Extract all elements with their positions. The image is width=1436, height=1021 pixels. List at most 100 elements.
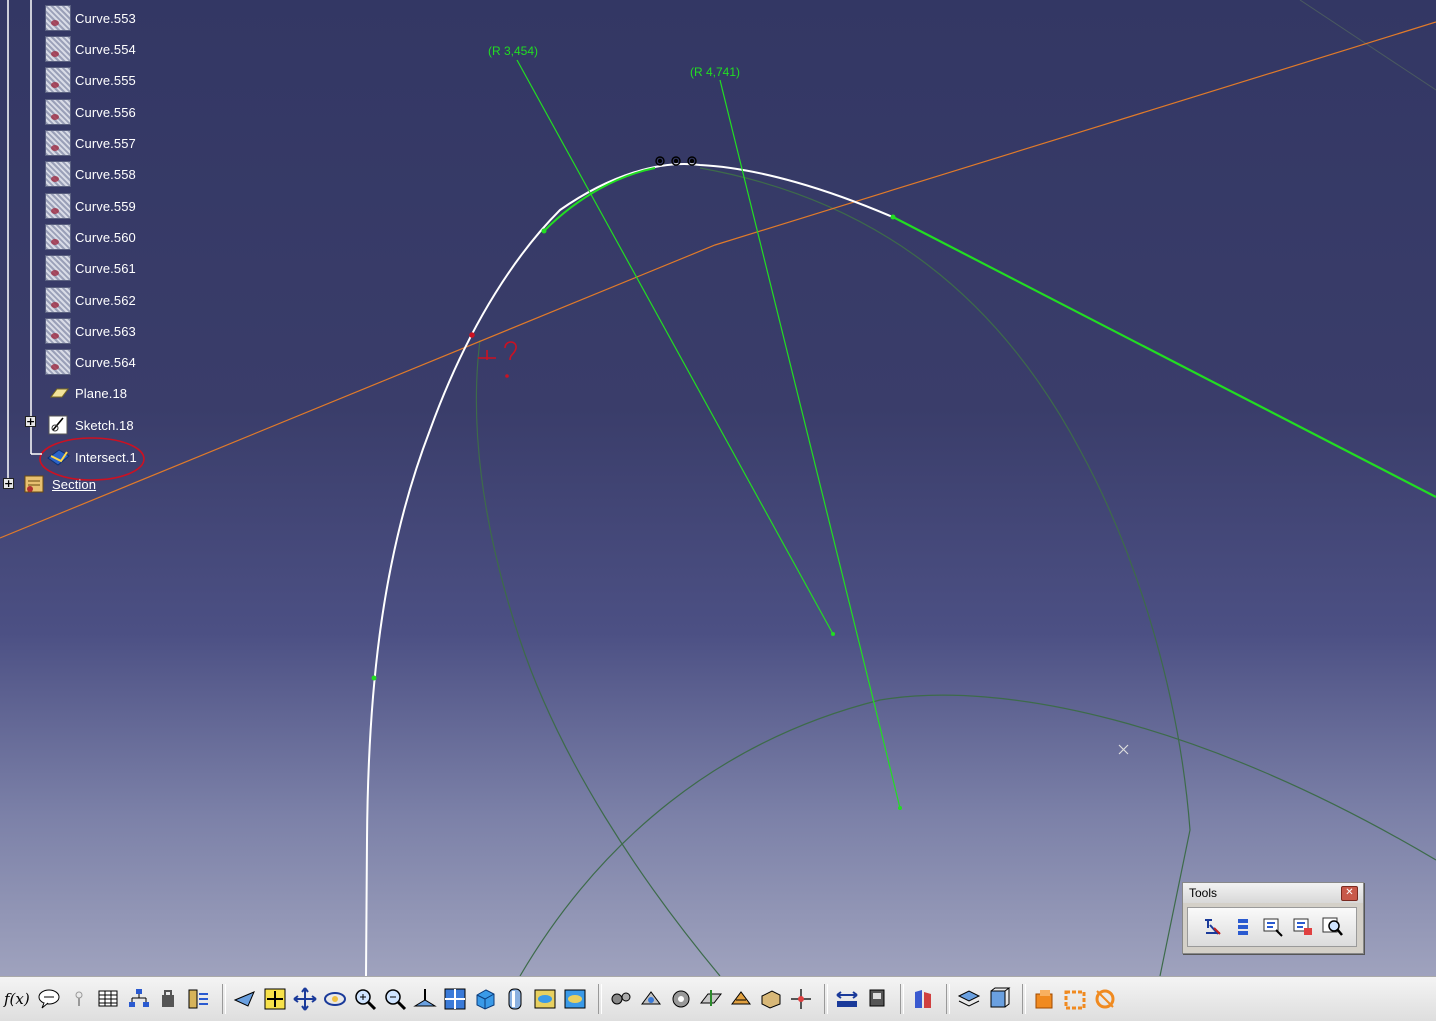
tree-item-curve-555[interactable]: Curve.555 [45, 67, 136, 93]
constraint-icon[interactable] [1202, 916, 1224, 938]
zoom-find-icon[interactable] [1322, 916, 1344, 938]
tree-item-label: Curve.562 [75, 292, 136, 308]
tree-item-plane[interactable]: Plane.18 [45, 380, 127, 406]
curve-icon [45, 287, 71, 313]
radius-leader-2 [719, 79, 901, 809]
curve-icon [45, 5, 71, 31]
tree-item-section[interactable]: Section [22, 471, 96, 497]
tree-item-curve-560[interactable]: Curve.560 [45, 224, 136, 250]
radius-label-2: (R 4,741) [690, 65, 741, 79]
tools-panel[interactable]: Tools ✕ [1182, 882, 1364, 954]
tree-collapse-icon[interactable] [1292, 916, 1314, 938]
close-icon[interactable]: ✕ [1341, 886, 1358, 901]
plane-icon[interactable] [698, 986, 724, 1012]
expand-section-icon[interactable]: + [3, 478, 14, 489]
3d-viewport[interactable]: (R 3,454) (R 4,741) Curve.553 Curve.554 … [0, 0, 1436, 976]
gear-icon[interactable] [608, 986, 634, 1012]
formula-icon[interactable]: f(x) [4, 990, 30, 1008]
radius-center-2 [898, 806, 902, 810]
background-curve-4 [1299, 0, 1436, 91]
curve-icon [45, 255, 71, 281]
tree-item-sketch[interactable]: Sketch.18 [45, 412, 134, 438]
graph-icon[interactable] [126, 986, 152, 1012]
color-icon[interactable] [910, 986, 936, 1012]
zoom-in-icon[interactable] [352, 986, 378, 1012]
curve-icon [45, 161, 71, 187]
tree-item-curve-557[interactable]: Curve.557 [45, 130, 136, 156]
background-curve-2 [475, 339, 721, 976]
tree-item-curve-563[interactable]: Curve.563 [45, 318, 136, 344]
tree-item-label: Curve.560 [75, 229, 136, 245]
multi-view-icon[interactable] [442, 986, 468, 1012]
normal-view-icon[interactable] [412, 986, 438, 1012]
tools-panel-titlebar[interactable]: Tools ✕ [1183, 883, 1363, 903]
hide-show-icon[interactable] [532, 986, 558, 1012]
toolbar-separator [1021, 984, 1026, 1014]
tree-item-label: Curve.558 [75, 166, 136, 182]
curve-icon [45, 99, 71, 125]
curve-icon [45, 193, 71, 219]
geometry-canvas[interactable] [0, 0, 1436, 976]
orange-1-icon[interactable] [1032, 986, 1058, 1012]
layer-icon[interactable] [956, 986, 982, 1012]
iso-view-icon[interactable] [472, 986, 498, 1012]
tree-item-label: Section [52, 476, 97, 492]
catalog-icon[interactable] [186, 986, 212, 1012]
tree-item-curve-556[interactable]: Curve.556 [45, 99, 136, 125]
orange-3-icon[interactable] [1092, 986, 1118, 1012]
tools-toolbar [1187, 907, 1357, 947]
intersect-curve [365, 163, 896, 976]
pan-icon[interactable] [292, 986, 318, 1012]
tree-item-curve-562[interactable]: Curve.562 [45, 287, 136, 313]
tree-item-curve-564[interactable]: Curve.564 [45, 349, 136, 375]
rotate-icon[interactable] [322, 986, 348, 1012]
tree-item-intersect[interactable]: Intersect.1 [45, 444, 137, 470]
tree-item-label: Curve.554 [75, 41, 136, 57]
shading-icon[interactable] [502, 986, 528, 1012]
apply-material-icon[interactable] [864, 986, 890, 1012]
tree-item-label: Curve.561 [75, 260, 136, 276]
tree-item-curve-558[interactable]: Curve.558 [45, 161, 136, 187]
fly-icon[interactable] [232, 986, 258, 1012]
comment-icon[interactable] [36, 986, 62, 1012]
orange-2-icon[interactable] [1062, 986, 1088, 1012]
tree-item-label: Curve.563 [75, 323, 136, 339]
swap-space-icon[interactable] [562, 986, 588, 1012]
expand-sketch-icon[interactable]: + [25, 416, 36, 427]
measure-icon[interactable] [834, 986, 860, 1012]
compass-icon[interactable] [788, 986, 814, 1012]
table-icon[interactable] [96, 986, 122, 1012]
section-icon [24, 475, 44, 493]
bottom-toolbar: f(x) [0, 976, 1436, 1021]
selected-line [892, 216, 1436, 498]
plane-icon [50, 388, 69, 398]
tree-item-label: Curve.555 [75, 72, 136, 88]
tree-item-label: Sketch.18 [75, 417, 134, 433]
settings-icon[interactable] [668, 986, 694, 1012]
cube-icon[interactable] [986, 986, 1012, 1012]
curve-icon [45, 130, 71, 156]
assembly-icon[interactable] [638, 986, 664, 1012]
fit-all-icon[interactable] [262, 986, 288, 1012]
tree-item-curve-559[interactable]: Curve.559 [45, 193, 136, 219]
material-icon[interactable] [758, 986, 784, 1012]
tree-item-label: Plane.18 [75, 385, 128, 401]
tree-item-label: Intersect.1 [75, 449, 137, 465]
tree-item-label: Curve.564 [75, 354, 136, 370]
background-curve-1 [699, 167, 1191, 976]
zoom-out-icon[interactable] [382, 986, 408, 1012]
tree-expand-icon[interactable] [1262, 916, 1284, 938]
tree-item-curve-553[interactable]: Curve.553 [45, 5, 136, 31]
tree-item-curve-561[interactable]: Curve.561 [45, 255, 136, 281]
tree-item-label: Curve.553 [75, 10, 136, 26]
macro-icon[interactable] [156, 986, 182, 1012]
align-icon[interactable] [1232, 916, 1254, 938]
toolbar-separator [221, 984, 226, 1014]
tree-item-label: Curve.559 [75, 198, 136, 214]
tree-item-curve-554[interactable]: Curve.554 [45, 36, 136, 62]
radius-center-1 [831, 632, 835, 636]
light-icon[interactable] [66, 986, 92, 1012]
render-icon[interactable] [728, 986, 754, 1012]
curve-icon [45, 67, 71, 93]
orange-line [0, 21, 1436, 539]
